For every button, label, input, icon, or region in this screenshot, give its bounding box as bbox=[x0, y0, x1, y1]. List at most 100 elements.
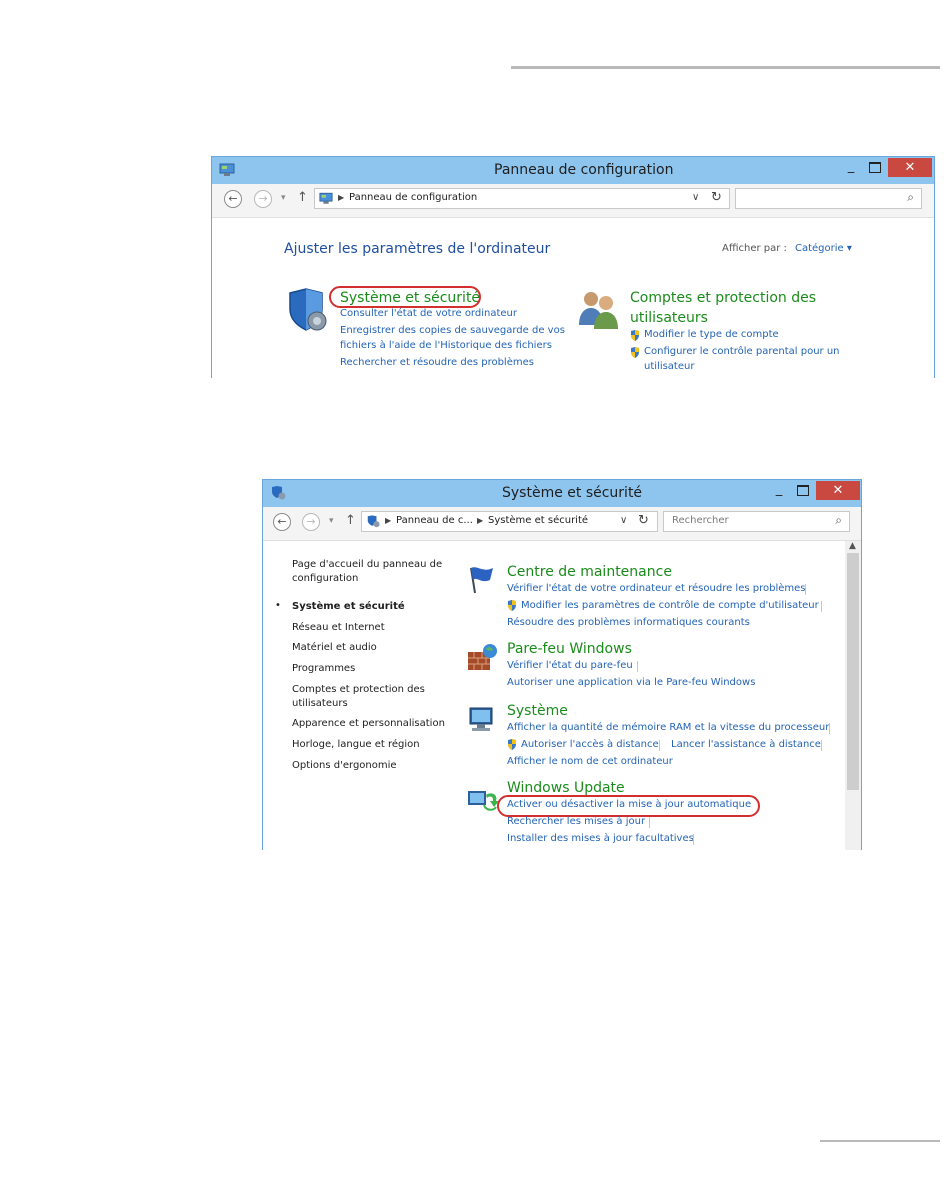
sidebar-item-clock[interactable]: Horloge, langue et région bbox=[292, 738, 420, 752]
window-title: Système et sécurité bbox=[502, 485, 643, 501]
link-change-account-type[interactable]: Modifier le type de compte bbox=[644, 329, 779, 340]
link-backup-copies[interactable]: Enregistrer des copies de sauvegarde de … bbox=[340, 325, 565, 336]
scrollbar-thumb[interactable] bbox=[847, 553, 859, 790]
address-bar[interactable]: ▶ Panneau de c... ▶ Système et sécurité … bbox=[361, 511, 658, 532]
minimize-button[interactable]: _ bbox=[840, 160, 862, 176]
refresh-icon[interactable]: ↻ bbox=[638, 513, 649, 528]
highlight-ring bbox=[497, 795, 760, 817]
link-ram-processor[interactable]: Afficher la quantité de mémoire RAM et l… bbox=[507, 722, 829, 733]
control-panel-icon bbox=[219, 163, 235, 176]
system-security-icon bbox=[367, 515, 380, 528]
link-allow-app-firewall[interactable]: Autoriser une application via le Pare-fe… bbox=[507, 677, 755, 688]
search-input[interactable]: ⌕ bbox=[735, 188, 922, 209]
link-check-firewall-status[interactable]: Vérifier l'état du pare-feu bbox=[507, 660, 633, 671]
breadcrumb-control-panel[interactable]: Panneau de c... bbox=[396, 515, 473, 526]
link-separator bbox=[829, 723, 830, 734]
sidebar-item-programs[interactable]: Programmes bbox=[292, 662, 355, 676]
page-header-rule bbox=[511, 66, 940, 69]
link-troubleshoot[interactable]: Rechercher et résoudre des problèmes bbox=[340, 357, 534, 368]
link-separator bbox=[805, 584, 806, 595]
uac-shield-icon bbox=[508, 600, 516, 611]
section-action-center[interactable]: Centre de maintenance bbox=[507, 564, 672, 580]
address-bar[interactable]: ▶ Panneau de configuration ∨ ↻ bbox=[314, 188, 730, 209]
shield-icon bbox=[289, 288, 327, 331]
forward-button[interactable]: → bbox=[302, 513, 320, 531]
refresh-icon[interactable]: ↻ bbox=[711, 190, 722, 205]
up-arrow-icon[interactable]: ↑ bbox=[345, 513, 356, 528]
link-computer-name[interactable]: Afficher le nom de cet ordinateur bbox=[507, 756, 673, 767]
maximize-button[interactable] bbox=[864, 160, 886, 176]
breadcrumb-system-security[interactable]: Système et sécurité bbox=[488, 515, 588, 526]
search-placeholder: Rechercher bbox=[672, 515, 729, 526]
control-panel-icon bbox=[319, 192, 333, 204]
link-remote-assistance[interactable]: Lancer l'assistance à distance bbox=[671, 739, 821, 750]
link-check-status-troubleshoot[interactable]: Vérifier l'état de votre ordinateur et r… bbox=[507, 583, 805, 594]
firewall-icon bbox=[468, 644, 497, 670]
sidebar-item-home[interactable]: Page d'accueil du panneau de bbox=[292, 558, 442, 572]
sidebar-item-ergonomics[interactable]: Options d'ergonomie bbox=[292, 759, 397, 773]
link-optional-updates[interactable]: Installer des mises à jour facultatives bbox=[507, 833, 694, 844]
address-toolbar: ← → ▾ ↑ ▶ Panneau de configuration ∨ ↻ ⌕ bbox=[212, 184, 934, 218]
link-common-problems[interactable]: Résoudre des problèmes informatiques cou… bbox=[507, 617, 750, 628]
link-uac-settings[interactable]: Modifier les paramètres de contrôle de c… bbox=[521, 600, 819, 611]
back-button[interactable]: ← bbox=[273, 513, 291, 531]
recent-locations-chevron-icon[interactable]: ▾ bbox=[329, 516, 334, 526]
scroll-up-arrow-icon[interactable]: ▲ bbox=[849, 541, 856, 551]
category-user-accounts-line2[interactable]: utilisateurs bbox=[630, 310, 708, 326]
vertical-scrollbar[interactable]: ▲ bbox=[845, 541, 861, 850]
link-parental-controls[interactable]: Configurer le contrôle parental pour un bbox=[644, 346, 840, 357]
sidebar-item-network[interactable]: Réseau et Internet bbox=[292, 621, 385, 635]
system-security-window: Système et sécurité _ ✕ ← → ▾ ↑ ▶ Pannea… bbox=[262, 479, 862, 850]
system-security-icon bbox=[272, 486, 286, 500]
users-icon bbox=[579, 292, 618, 329]
breadcrumb-separator-icon: ▶ bbox=[385, 516, 392, 525]
breadcrumb-separator-icon: ▶ bbox=[477, 516, 484, 525]
link-file-history[interactable]: fichiers à l'aide de l'Historique des fi… bbox=[340, 340, 552, 351]
sidebar-item-accounts-line2[interactable]: utilisateurs bbox=[292, 697, 348, 711]
link-separator bbox=[693, 834, 694, 845]
link-check-updates[interactable]: Rechercher les mises à jour bbox=[507, 816, 645, 827]
title-bar[interactable]: Système et sécurité _ ✕ bbox=[263, 480, 861, 507]
window-title: Panneau de configuration bbox=[494, 162, 674, 178]
sidebar-item-appearance[interactable]: Apparence et personnalisation bbox=[292, 717, 445, 731]
link-parental-controls-line2[interactable]: utilisateur bbox=[644, 361, 694, 372]
link-check-computer-status[interactable]: Consulter l'état de votre ordinateur bbox=[340, 308, 517, 319]
page-heading: Ajuster les paramètres de l'ordinateur bbox=[284, 241, 551, 257]
forward-button[interactable]: → bbox=[254, 190, 272, 208]
link-separator bbox=[659, 740, 660, 751]
back-button[interactable]: ← bbox=[224, 190, 242, 208]
breadcrumb-separator-icon: ▶ bbox=[338, 193, 345, 202]
search-input[interactable]: Rechercher ⌕ bbox=[663, 511, 850, 532]
address-history-chevron-icon[interactable]: ∨ bbox=[620, 515, 627, 526]
view-by-label: Afficher par : bbox=[722, 243, 787, 254]
link-allow-remote-access[interactable]: Autoriser l'accès à distance bbox=[521, 739, 659, 750]
view-by-dropdown[interactable]: Catégorie ▾ bbox=[795, 243, 852, 254]
section-windows-update[interactable]: Windows Update bbox=[507, 780, 625, 796]
windows-update-icon bbox=[468, 791, 499, 811]
maximize-button[interactable] bbox=[792, 483, 814, 499]
control-panel-window: Panneau de configuration _ ✕ ← → ▾ ↑ ▶ P… bbox=[211, 156, 935, 378]
address-history-chevron-icon[interactable]: ∨ bbox=[692, 192, 699, 203]
highlight-ring bbox=[329, 286, 481, 308]
title-bar[interactable]: Panneau de configuration _ ✕ bbox=[212, 157, 934, 184]
sidebar-item-accounts[interactable]: Comptes et protection des bbox=[292, 683, 425, 697]
close-button[interactable]: ✕ bbox=[816, 481, 860, 500]
category-user-accounts[interactable]: Comptes et protection des bbox=[630, 290, 816, 306]
breadcrumb-control-panel[interactable]: Panneau de configuration bbox=[349, 192, 477, 203]
sidebar-item-hardware[interactable]: Matériel et audio bbox=[292, 641, 377, 655]
minimize-button[interactable]: _ bbox=[768, 483, 790, 499]
page-footer-rule bbox=[820, 1140, 940, 1142]
search-icon[interactable]: ⌕ bbox=[907, 190, 914, 205]
sidebar-item-home-line2[interactable]: configuration bbox=[292, 572, 358, 586]
active-bullet: • bbox=[275, 600, 281, 611]
up-arrow-icon[interactable]: ↑ bbox=[297, 190, 308, 205]
sidebar-item-system-security[interactable]: Système et sécurité bbox=[292, 600, 405, 614]
flag-icon bbox=[470, 567, 493, 594]
section-system[interactable]: Système bbox=[507, 703, 568, 719]
search-icon[interactable]: ⌕ bbox=[835, 513, 842, 528]
section-windows-firewall[interactable]: Pare-feu Windows bbox=[507, 641, 632, 657]
address-toolbar: ← → ▾ ↑ ▶ Panneau de c... ▶ Système et s… bbox=[263, 507, 861, 541]
link-separator bbox=[649, 817, 650, 828]
recent-locations-chevron-icon[interactable]: ▾ bbox=[281, 193, 286, 203]
close-button[interactable]: ✕ bbox=[888, 158, 932, 177]
